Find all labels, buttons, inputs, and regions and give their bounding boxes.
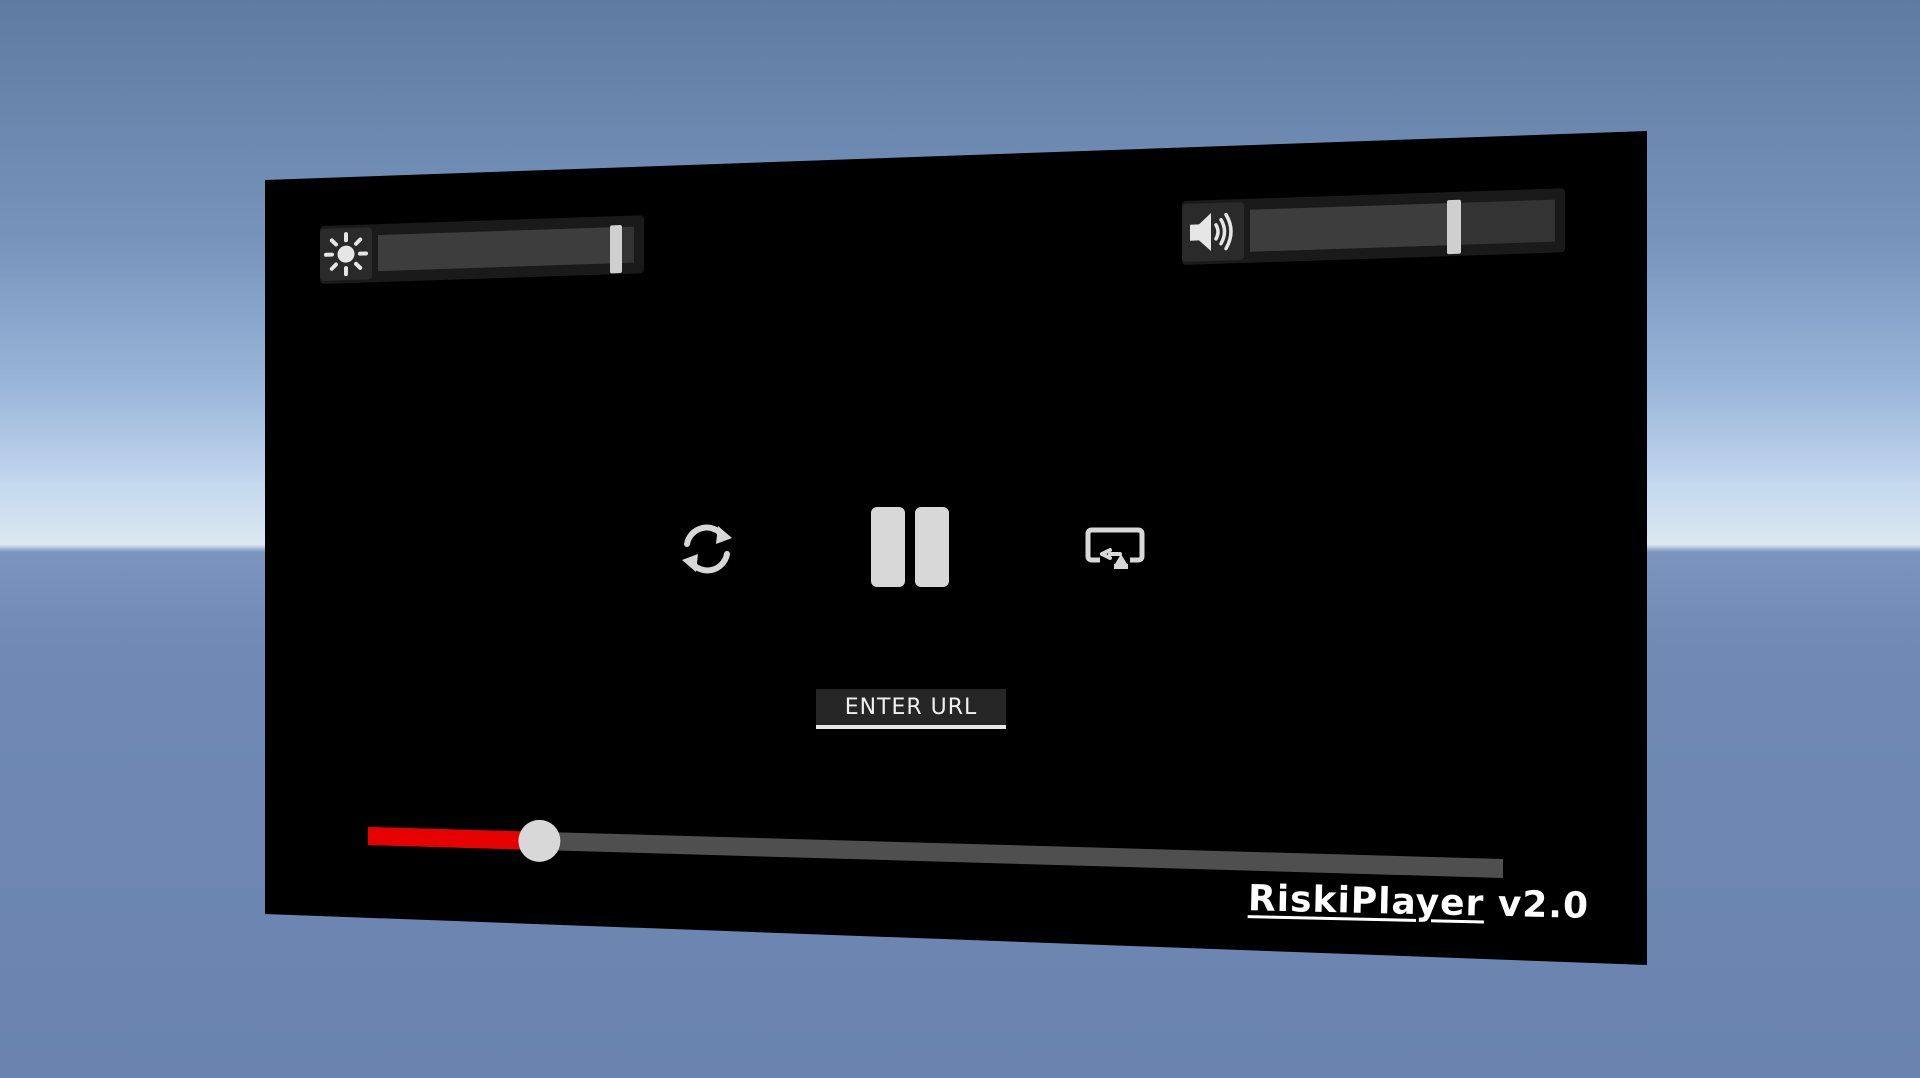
brightness-slider[interactable] bbox=[320, 215, 644, 284]
brightness-handle[interactable] bbox=[610, 224, 622, 274]
player-controls: ENTER URL RiskiPlayer v2.0 bbox=[0, 0, 1920, 1078]
reload-button[interactable] bbox=[674, 518, 740, 580]
screen-cast-icon bbox=[1085, 527, 1145, 569]
volume-icon-box bbox=[1182, 201, 1244, 262]
volume-slider[interactable] bbox=[1182, 188, 1565, 265]
brand-version: v2.0 bbox=[1483, 883, 1590, 927]
brightness-fill bbox=[378, 227, 616, 272]
brand-label: RiskiPlayer v2.0 bbox=[1248, 878, 1590, 927]
pause-bar-left bbox=[871, 507, 905, 587]
volume-fill bbox=[1250, 202, 1454, 252]
refresh-icon bbox=[682, 524, 732, 574]
brightness-track[interactable] bbox=[378, 224, 634, 274]
volume-track[interactable] bbox=[1250, 199, 1555, 255]
brightness-icon-box bbox=[320, 227, 372, 281]
brand-name: RiskiPlayer bbox=[1247, 878, 1485, 925]
speaker-volume-icon bbox=[1190, 212, 1233, 252]
pause-bar-right bbox=[915, 507, 949, 587]
sky-background: ENTER URL RiskiPlayer v2.0 bbox=[0, 0, 1920, 1078]
cast-button[interactable] bbox=[1084, 524, 1146, 576]
sun-icon bbox=[324, 232, 368, 277]
volume-handle[interactable] bbox=[1447, 199, 1461, 255]
pause-icon bbox=[868, 505, 952, 589]
enter-url-button[interactable]: ENTER URL bbox=[816, 689, 1006, 729]
pause-button[interactable] bbox=[868, 505, 952, 589]
